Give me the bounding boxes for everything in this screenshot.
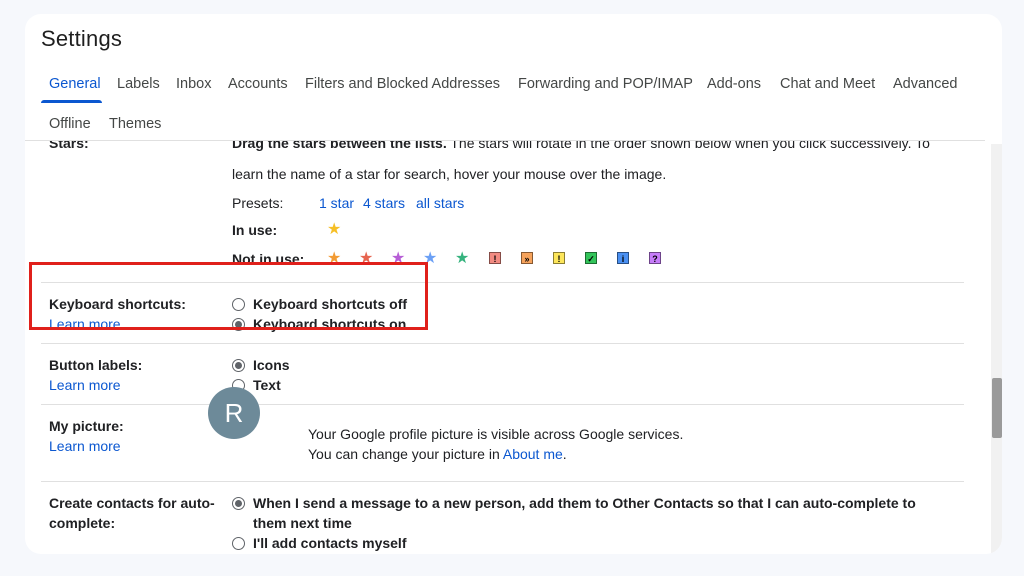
row-divider [41, 404, 964, 405]
keyboard-shortcuts-label: Keyboard shortcuts: [49, 296, 186, 312]
presets-label: Presets: [232, 195, 284, 211]
preset-1-star[interactable]: 1 star [319, 195, 354, 211]
row-divider [41, 481, 964, 482]
tab-inbox[interactable]: Inbox [176, 70, 211, 108]
create-contacts-label-line2: complete: [49, 515, 116, 531]
green-star-icon[interactable]: ★ [455, 251, 469, 267]
picture-learn-more-link[interactable]: Learn more [49, 438, 121, 454]
auto-add-contacts-label[interactable]: When I send a message to a new person, a… [253, 495, 916, 511]
stars-rotation-text: The stars will rotate in the order shown… [450, 141, 930, 151]
tab-addons[interactable]: Add-ons [707, 70, 761, 108]
manual-contacts-radio[interactable] [232, 537, 245, 550]
tab-forwarding[interactable]: Forwarding and POP/IMAP [518, 70, 693, 108]
icons-label[interactable]: Icons [253, 357, 290, 373]
red-bang-icon[interactable]: ! [489, 252, 501, 264]
purple-star-icon[interactable]: ★ [391, 251, 405, 267]
scrollbar-track[interactable] [991, 144, 1002, 554]
stars-instruction: Drag the stars between the lists. [232, 141, 447, 151]
tab-labels[interactable]: Labels [117, 70, 160, 108]
settings-tabs: General Labels Inbox Accounts Filters an… [25, 70, 985, 114]
my-picture-label: My picture: [49, 418, 124, 434]
red-star-icon[interactable]: ★ [359, 251, 373, 267]
stars-description-cut: Drag the stars between the lists. The st… [232, 141, 930, 151]
blue-star-icon[interactable]: ★ [423, 251, 437, 267]
button-labels-label: Button labels: [49, 357, 143, 373]
picture-visibility-text: Your Google profile picture is visible a… [308, 426, 684, 442]
orange-star-icon[interactable]: ★ [327, 251, 341, 267]
keyboard-learn-more-link[interactable]: Learn more [49, 316, 121, 332]
about-me-link[interactable]: About me [503, 446, 563, 462]
auto-add-contacts-radio[interactable] [232, 497, 245, 510]
keyboard-off-label[interactable]: Keyboard shortcuts off [253, 296, 407, 312]
picture-change-text: You can change your picture in About me. [308, 446, 567, 462]
purple-question-icon[interactable]: ? [649, 252, 661, 264]
tab-filters[interactable]: Filters and Blocked Addresses [305, 70, 500, 108]
preset-all-stars[interactable]: all stars [416, 195, 464, 211]
row-divider [41, 282, 964, 283]
picture-change-suffix: . [562, 446, 567, 462]
text-label[interactable]: Text [253, 377, 281, 393]
settings-content: Stars: Drag the stars between the lists.… [25, 141, 985, 554]
active-tab-indicator [41, 100, 102, 103]
stars-description: learn the name of a star for search, hov… [232, 166, 667, 182]
not-in-use-label: Not in use: [232, 251, 305, 267]
row-divider [41, 343, 964, 344]
yellow-star-icon[interactable]: ★ [327, 222, 341, 238]
tab-accounts[interactable]: Accounts [228, 70, 288, 108]
tab-chat-meet[interactable]: Chat and Meet [780, 70, 875, 108]
yellow-bang-icon[interactable]: ! [553, 252, 565, 264]
keyboard-off-radio[interactable] [232, 298, 245, 311]
orange-guillemet-icon[interactable]: » [521, 252, 533, 264]
green-check-icon[interactable]: ✓ [585, 252, 597, 264]
preset-4-stars[interactable]: 4 stars [363, 195, 405, 211]
manual-contacts-label[interactable]: I'll add contacts myself [253, 535, 407, 551]
stars-label: Stars: [49, 141, 89, 151]
keyboard-on-radio[interactable] [232, 318, 245, 331]
create-contacts-label-line1: Create contacts for auto- [49, 495, 215, 511]
button-labels-learn-more-link[interactable]: Learn more [49, 377, 121, 393]
auto-add-contacts-label-cont[interactable]: them next time [253, 515, 352, 531]
page-title: Settings [41, 26, 123, 51]
icons-radio[interactable] [232, 359, 245, 372]
scrollbar-thumb[interactable] [992, 378, 1002, 438]
avatar[interactable]: R [208, 387, 260, 439]
keyboard-on-label[interactable]: Keyboard shortcuts on [253, 316, 406, 332]
picture-change-prefix: You can change your picture in [308, 446, 500, 462]
blue-info-icon[interactable]: i [617, 252, 629, 264]
tab-advanced[interactable]: Advanced [893, 70, 958, 108]
in-use-label: In use: [232, 222, 278, 238]
settings-panel: Settings General Labels Inbox Accounts F… [25, 14, 1002, 554]
